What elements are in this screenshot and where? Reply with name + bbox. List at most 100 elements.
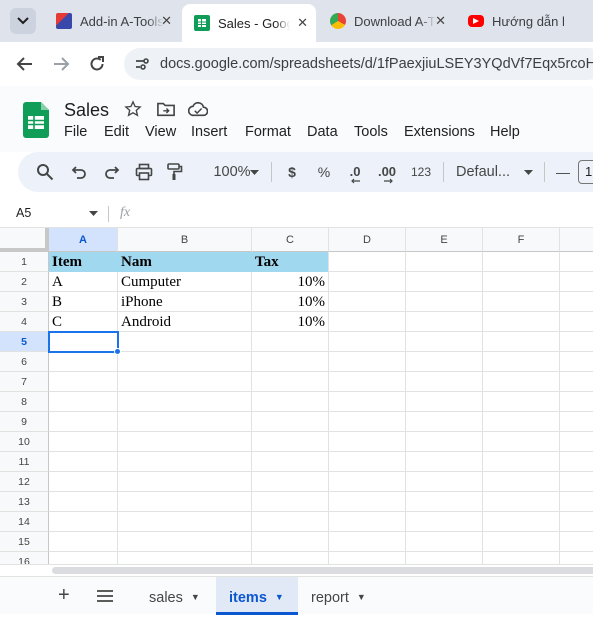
menu-help[interactable]: Help: [490, 124, 520, 140]
caret-down-icon[interactable]: [250, 170, 259, 175]
menu-extensions[interactable]: Extensions: [404, 124, 475, 140]
cell-a3[interactable]: B: [49, 292, 117, 312]
row-header-9[interactable]: 9: [0, 412, 49, 432]
row-header-11[interactable]: 11: [0, 452, 49, 472]
menu-file[interactable]: File: [64, 124, 87, 140]
column-header-g[interactable]: [560, 228, 593, 252]
column-header-c[interactable]: C: [252, 228, 329, 252]
cell-c1[interactable]: Tax: [252, 252, 328, 272]
star-icon[interactable]: [124, 100, 142, 118]
undo-icon[interactable]: [71, 164, 87, 180]
spreadsheet-grid[interactable]: A B C D E F 1 2 3 4 5 6 7 8 9 10 11 12 13 14 15 16 Item…: [0, 228, 593, 567]
redo-icon[interactable]: [104, 164, 120, 180]
row-header-3[interactable]: 3: [0, 292, 49, 312]
gridline: [49, 431, 593, 432]
formula-input[interactable]: [146, 202, 586, 226]
column-header-f[interactable]: F: [483, 228, 560, 252]
print-icon[interactable]: [135, 163, 153, 181]
percent-format-button[interactable]: %: [314, 152, 334, 192]
browser-tab-addin[interactable]: Add-in A-Tools ✕: [44, 6, 180, 36]
all-sheets-menu-icon[interactable]: [97, 590, 113, 602]
tab-search-button[interactable]: [10, 8, 36, 34]
row-header-13[interactable]: 13: [0, 492, 49, 512]
decrease-decimal-button[interactable]: .0: [344, 152, 366, 192]
site-settings-icon[interactable]: [134, 56, 150, 72]
caret-down-icon: ▼: [274, 592, 284, 602]
caret-down-icon[interactable]: [524, 170, 533, 175]
fill-handle[interactable]: [114, 348, 121, 355]
menu-view[interactable]: View: [145, 124, 176, 140]
row-header-6[interactable]: 6: [0, 352, 49, 372]
column-header-b[interactable]: B: [118, 228, 252, 252]
menu-tools[interactable]: Tools: [354, 124, 388, 140]
decrease-font-size-button[interactable]: —: [552, 152, 574, 192]
menu-data[interactable]: Data: [307, 124, 338, 140]
row-header-2[interactable]: 2: [0, 272, 49, 292]
name-box[interactable]: A5: [16, 206, 31, 220]
row-header-1[interactable]: 1: [0, 252, 49, 272]
gridline: [49, 411, 593, 412]
cell-b4[interactable]: Android: [118, 312, 251, 332]
row-header-4[interactable]: 4: [0, 312, 49, 332]
font-family-select[interactable]: Defaul...: [456, 152, 512, 192]
horizontal-scrollbar[interactable]: [0, 564, 593, 576]
increase-decimal-button[interactable]: .00: [374, 152, 400, 192]
column-header-a[interactable]: A: [49, 228, 118, 252]
close-icon[interactable]: ✕: [161, 13, 172, 29]
cell-c3[interactable]: 10%: [252, 292, 328, 312]
menu-edit[interactable]: Edit: [104, 124, 129, 140]
paint-format-icon[interactable]: [167, 163, 183, 181]
row-header-15[interactable]: 15: [0, 532, 49, 552]
back-arrow-icon[interactable]: [16, 55, 34, 73]
move-folder-icon[interactable]: [157, 101, 175, 117]
row-header-10[interactable]: 10: [0, 432, 49, 452]
gridline: [405, 252, 406, 567]
cell-b3[interactable]: iPhone: [118, 292, 251, 312]
cloud-saved-icon[interactable]: [188, 101, 208, 117]
browser-tab-youtube[interactable]: Hướng dẫn l: [456, 6, 593, 36]
doc-title[interactable]: Sales: [64, 100, 109, 121]
currency-format-button[interactable]: $: [282, 152, 302, 192]
row-header-12[interactable]: 12: [0, 472, 49, 492]
cell-c2[interactable]: 10%: [252, 272, 328, 292]
cell-b2[interactable]: Cumputer: [118, 272, 251, 292]
sheet-tab-sales[interactable]: sales ▼: [136, 577, 214, 615]
reload-icon[interactable]: [88, 55, 106, 73]
font-size-input[interactable]: 1: [578, 160, 593, 184]
close-icon[interactable]: ✕: [297, 15, 308, 31]
sheets-logo-icon[interactable]: [23, 102, 49, 138]
row-header-5[interactable]: 5: [0, 332, 49, 352]
more-formats-button[interactable]: 123: [408, 152, 434, 192]
url-field[interactable]: docs.google.com/spreadsheets/d/1fPaexjiu…: [124, 48, 593, 80]
column-header-e[interactable]: E: [406, 228, 483, 252]
browser-tab-sales[interactable]: Sales - Google Sheets ✕: [182, 4, 316, 42]
cell-b1[interactable]: Nam: [118, 252, 251, 272]
name-box-value: A5: [16, 206, 32, 220]
column-header-d[interactable]: D: [329, 228, 406, 252]
divider: [443, 162, 444, 182]
row-header-8[interactable]: 8: [0, 392, 49, 412]
row-header-14[interactable]: 14: [0, 512, 49, 532]
close-icon[interactable]: ✕: [435, 13, 446, 29]
select-all-corner[interactable]: [0, 228, 49, 252]
menu-insert[interactable]: Insert: [191, 124, 227, 140]
browser-tab-download[interactable]: Download A-Tools ✕: [318, 6, 454, 36]
gridline: [49, 371, 593, 372]
cell-selection-a5[interactable]: [48, 331, 119, 353]
chrome-web-store-icon: [330, 13, 346, 29]
caret-down-icon[interactable]: [89, 211, 98, 216]
tab-label: Sales - Google Sheets: [218, 15, 290, 31]
scrollbar-thumb[interactable]: [52, 567, 593, 574]
gridline: [49, 351, 593, 352]
search-menus-icon[interactable]: [36, 163, 54, 181]
forward-arrow-icon[interactable]: [52, 55, 70, 73]
sheet-tab-items[interactable]: items ▼: [216, 577, 298, 615]
cell-a4[interactable]: C: [49, 312, 117, 332]
cell-a2[interactable]: A: [49, 272, 117, 292]
sheet-tab-report[interactable]: report ▼: [298, 577, 384, 615]
cell-c4[interactable]: 10%: [252, 312, 328, 332]
add-sheet-button[interactable]: +: [58, 584, 70, 607]
cell-a1[interactable]: Item: [49, 252, 117, 272]
menu-format[interactable]: Format: [245, 124, 291, 140]
row-header-7[interactable]: 7: [0, 372, 49, 392]
